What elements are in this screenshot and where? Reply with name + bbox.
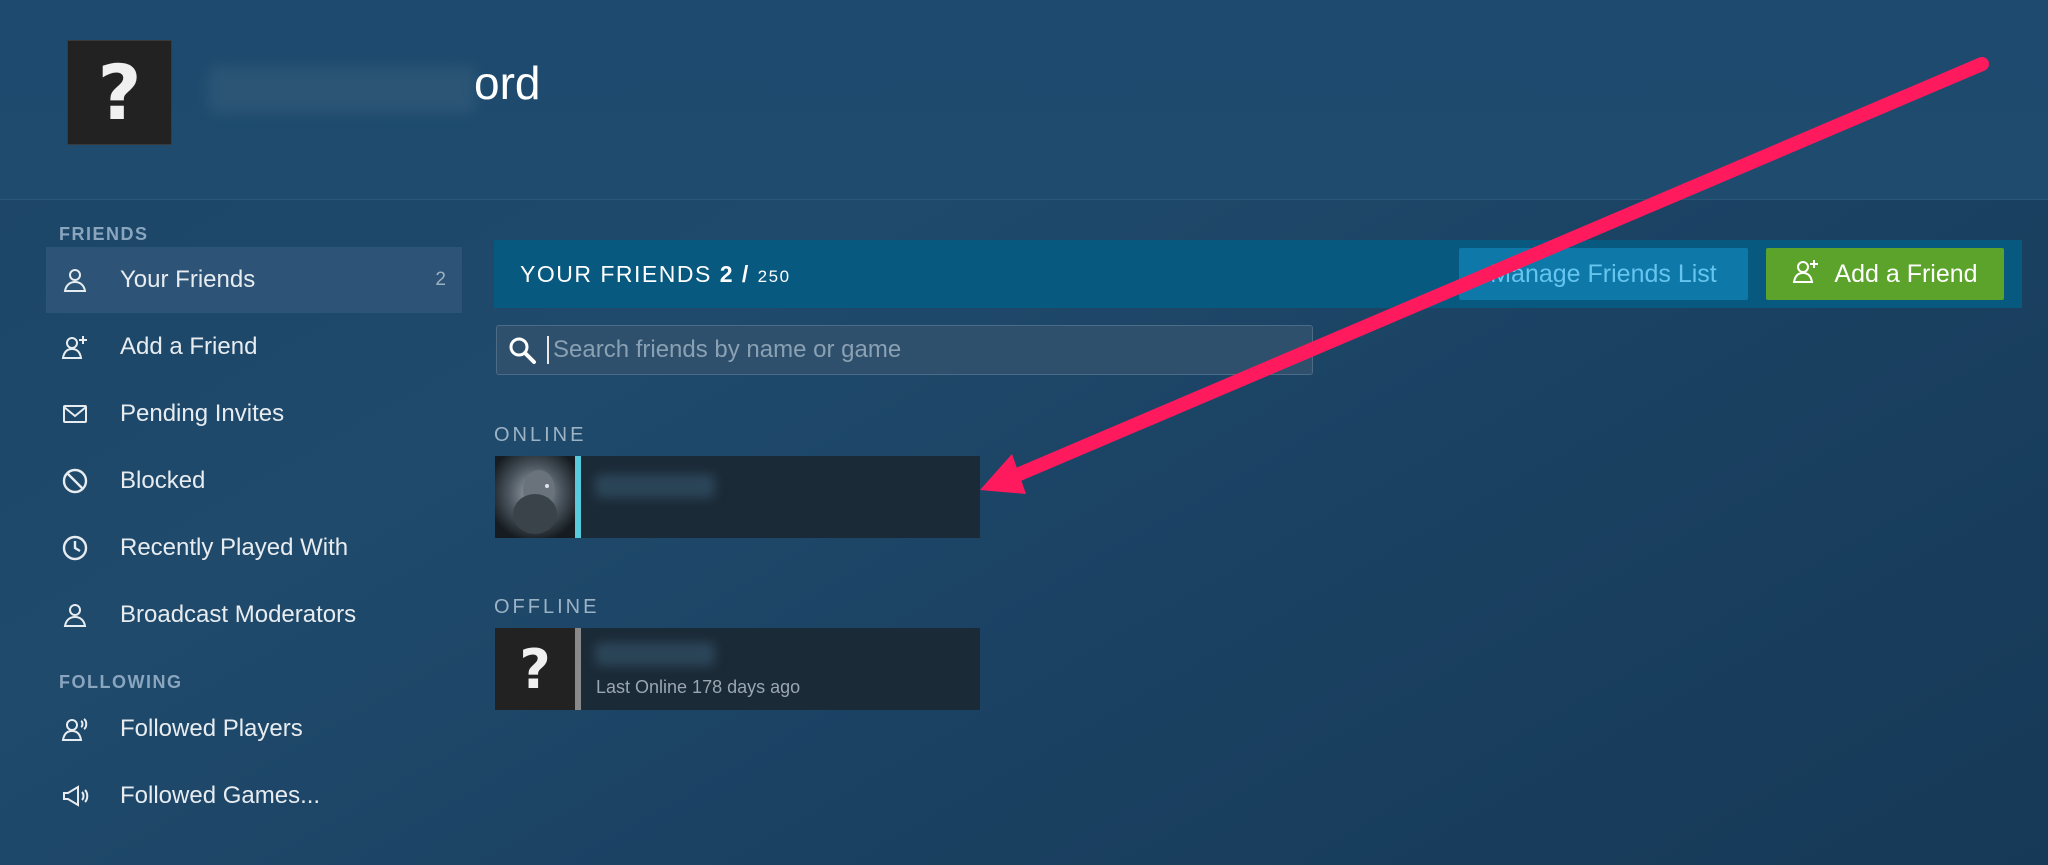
online-status-stripe xyxy=(575,456,581,538)
blurred-username xyxy=(208,66,476,114)
add-friend-button[interactable]: Add a Friend xyxy=(1766,248,2004,300)
online-group-label: ONLINE xyxy=(494,424,587,446)
sidebar-item-label: Followed Players xyxy=(120,715,303,742)
friends-count: 2 xyxy=(435,269,446,290)
search-input[interactable] xyxy=(547,336,1307,364)
sidebar-item-label: Pending Invites xyxy=(120,400,285,427)
friend-avatar[interactable]: ? xyxy=(495,628,575,710)
sidebar-item-add-friend[interactable]: Add a Friend xyxy=(46,314,462,380)
sidebar-item-pending-invites[interactable]: Pending Invites xyxy=(46,381,462,447)
offline-status-stripe xyxy=(575,628,581,710)
sidebar-item-recently-played[interactable]: Recently Played With xyxy=(46,515,462,581)
sidebar-item-label: Followed Games... xyxy=(120,782,321,809)
friends-title-separator: / xyxy=(741,261,750,287)
offline-group-label: OFFLINE xyxy=(494,596,600,618)
blurred-friend-name xyxy=(595,642,715,666)
person-icon xyxy=(60,265,90,295)
offline-friend-card[interactable]: ? Last Online 178 days ago xyxy=(495,628,980,710)
add-friend-button-label: Add a Friend xyxy=(1834,259,1978,288)
sidebar-item-your-friends[interactable]: Your Friends 2 xyxy=(46,247,462,313)
friends-title-count: 2 xyxy=(719,261,734,287)
clock-icon xyxy=(60,533,90,563)
sidebar-item-followed-players[interactable]: Followed Players xyxy=(46,696,462,762)
sidebar-item-label: Recently Played With xyxy=(120,534,349,561)
profile-name: ord xyxy=(474,57,541,109)
following-section-title: FOLLOWING xyxy=(59,672,183,692)
friends-title-text: YOUR FRIENDS xyxy=(520,261,712,287)
followed-person-icon xyxy=(60,714,90,744)
friends-section-title: FRIENDS xyxy=(59,224,149,244)
friend-search-box[interactable] xyxy=(496,325,1313,375)
friends-header-title: YOUR FRIENDS 2 / 250 xyxy=(520,261,791,288)
profile-header: ? ord xyxy=(0,0,2048,200)
blurred-friend-name xyxy=(595,474,715,498)
search-icon xyxy=(507,335,537,365)
blocked-icon xyxy=(60,466,90,496)
friends-title-limit: 250 xyxy=(757,267,791,286)
sidebar-item-label: Broadcast Moderators xyxy=(120,601,357,628)
online-friend-card[interactable] xyxy=(495,456,980,538)
sidebar-item-label: Your Friends xyxy=(120,266,256,293)
profile-avatar[interactable]: ? xyxy=(67,40,172,145)
your-friends-header: YOUR FRIENDS 2 / 250 Manage Friends List… xyxy=(494,240,2022,308)
sidebar-item-followed-games[interactable]: Followed Games... xyxy=(46,763,462,829)
manage-friends-list-button[interactable]: Manage Friends List xyxy=(1459,248,1748,300)
add-person-icon xyxy=(1792,257,1820,292)
sidebar-item-blocked[interactable]: Blocked xyxy=(46,448,462,514)
last-online-status: Last Online 178 days ago xyxy=(596,677,801,697)
unknown-avatar-icon: ? xyxy=(97,48,142,137)
friend-avatar[interactable] xyxy=(495,456,575,538)
sidebar-item-broadcast-moderators[interactable]: Broadcast Moderators xyxy=(46,582,462,648)
add-person-icon xyxy=(60,332,90,362)
person-icon xyxy=(60,600,90,630)
sidebar-item-label: Blocked xyxy=(120,467,206,494)
envelope-icon xyxy=(60,399,90,429)
sidebar-item-label: Add a Friend xyxy=(120,333,258,360)
megaphone-icon xyxy=(60,781,90,811)
unknown-avatar-icon: ? xyxy=(519,637,551,701)
